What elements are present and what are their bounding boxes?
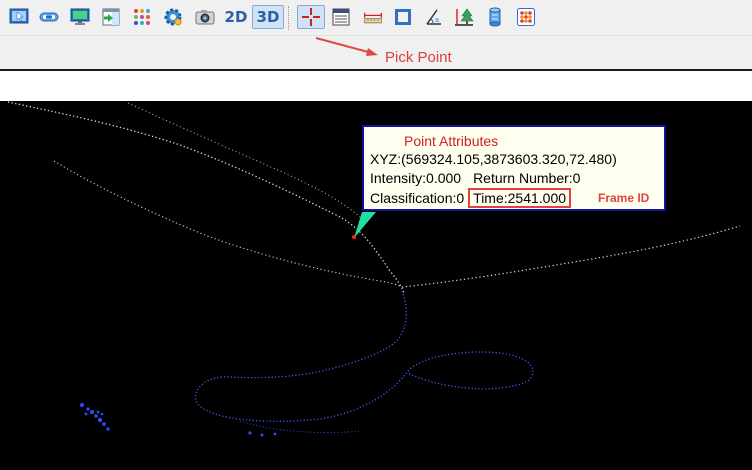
annotation-band: Pick Point <box>0 36 752 69</box>
table-icon <box>332 8 350 26</box>
picked-point-marker <box>352 235 356 239</box>
status-strip <box>0 71 752 101</box>
view-3d-label: 3D <box>256 8 280 26</box>
point-cloud-viewer: 2D 3D a Pick Point Point Attributes XYZ:… <box>0 0 752 470</box>
pick-point-arrow-icon <box>315 37 378 56</box>
angle-icon: a <box>426 9 441 25</box>
point-grid-icon <box>517 8 535 26</box>
intensity-readout: Intensity:0.000 <box>370 170 462 186</box>
pick-point-button[interactable] <box>297 5 325 29</box>
main-toolbar: 2D 3D a <box>0 0 752 36</box>
ruler-icon <box>364 12 382 24</box>
intensity-row: Intensity:0.000 Return Number:0 <box>370 169 658 188</box>
return-number-readout: Return Number:0 <box>473 170 581 186</box>
view-3d-button[interactable]: 3D <box>252 5 284 29</box>
volume-tool-button[interactable] <box>483 5 507 29</box>
point-trace-right <box>401 225 741 288</box>
xyz-readout: XYZ:(569324.105,3873603.320,72.480) <box>370 151 617 167</box>
popup-title: Point Attributes <box>404 133 499 149</box>
palette-tool-button[interactable] <box>130 5 154 29</box>
link-tool-button[interactable] <box>37 5 61 29</box>
select-tool-button[interactable] <box>7 5 31 29</box>
toolbar-separator <box>288 6 290 30</box>
monitor-icon <box>70 8 90 25</box>
camera-icon <box>195 10 215 25</box>
square-frame-icon <box>395 9 411 25</box>
point-trace-river-lower <box>239 420 361 434</box>
camera-tool-button[interactable] <box>193 5 217 29</box>
view-2d-button[interactable]: 2D <box>222 5 250 29</box>
classification-readout: Classification:0 <box>370 190 465 206</box>
crosshair-icon <box>302 8 320 26</box>
settings-tool-button[interactable] <box>161 5 185 29</box>
cylinder-icon <box>489 7 501 27</box>
height-tool-button[interactable] <box>452 5 476 29</box>
gear-icon <box>164 8 182 26</box>
cursor-screen-icon <box>9 8 29 24</box>
point-trace-top-middle <box>127 102 363 220</box>
import-tool-button[interactable] <box>99 5 123 29</box>
frame-id-annotation: Frame ID <box>598 191 650 205</box>
point-trace-upper-left <box>7 101 405 294</box>
attribute-table-button[interactable] <box>329 5 353 29</box>
point-cloud-viewport[interactable]: Point Attributes XYZ:(569324.105,3873603… <box>0 101 752 470</box>
tree-height-icon <box>455 8 474 26</box>
pick-point-annotation: Pick Point <box>385 49 452 66</box>
link-chain-icon <box>39 12 59 22</box>
point-trace-left-branch <box>53 160 403 288</box>
svg-text:a: a <box>435 16 439 24</box>
arrow-window-icon <box>102 8 120 26</box>
color-dots-icon <box>134 9 150 25</box>
area-tool-button[interactable] <box>391 5 415 29</box>
point-grid-tool-button[interactable] <box>514 5 538 29</box>
time-readout: Time:2541.000 <box>468 188 572 208</box>
monitor-tool-button[interactable] <box>68 5 92 29</box>
point-trace-river <box>194 290 534 422</box>
popup-pointer-icon <box>354 212 376 238</box>
angle-tool-button[interactable]: a <box>422 5 446 29</box>
distance-tool-button[interactable] <box>359 5 387 29</box>
view-2d-label: 2D <box>224 8 248 26</box>
